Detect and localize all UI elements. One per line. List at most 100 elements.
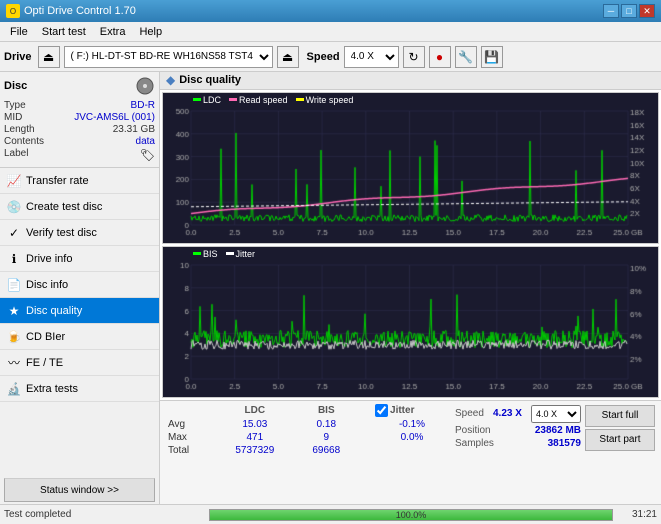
position-row: Position 23862 MB xyxy=(455,425,581,436)
upper-chart-canvas xyxy=(163,93,658,243)
titlebar-controls[interactable]: ─ □ ✕ xyxy=(603,4,655,18)
disc-contents-row: Contents data xyxy=(4,136,155,147)
disc-length-value: 23.31 GB xyxy=(113,124,155,135)
drive-info-icon: ℹ xyxy=(6,251,22,267)
nav-drive-info[interactable]: ℹ Drive info xyxy=(0,246,159,272)
nav-disc-quality-label: Disc quality xyxy=(26,305,82,317)
chart-header: ◆ Disc quality xyxy=(160,72,661,90)
transfer-rate-icon: 📈 xyxy=(6,173,22,189)
drive-eject-icon[interactable]: ⏏ xyxy=(38,46,60,68)
eject-button[interactable]: ⏏ xyxy=(277,46,299,68)
settings-icon[interactable]: ● xyxy=(429,46,451,68)
jitter-color xyxy=(226,252,234,255)
nav-disc-quality[interactable]: ★ Disc quality xyxy=(0,298,159,324)
write-speed-color xyxy=(296,98,304,101)
legend-write-speed-label: Write speed xyxy=(306,95,354,105)
legend-write-speed: Write speed xyxy=(296,95,354,105)
maximize-button[interactable]: □ xyxy=(621,4,637,18)
legend-bis-label: BIS xyxy=(203,249,218,259)
lower-chart: BIS Jitter xyxy=(162,246,659,398)
stats-table-area: LDC BIS Jitter xyxy=(160,401,661,504)
stats-right: Speed 4.23 X 4.0 X Position 23862 MB Sam… xyxy=(453,403,583,502)
start-full-button[interactable]: Start full xyxy=(585,405,655,427)
tools-icon[interactable]: 🔧 xyxy=(455,46,477,68)
col-header-label xyxy=(164,403,214,418)
disc-label-icon: 🏷 xyxy=(140,148,155,162)
total-bis: 69668 xyxy=(295,444,357,457)
save-icon[interactable]: 💾 xyxy=(481,46,503,68)
menu-file[interactable]: File xyxy=(4,25,34,39)
app-title: Opti Drive Control 1.70 xyxy=(24,5,136,17)
disc-type-label: Type xyxy=(4,100,26,111)
col-header-spacer xyxy=(357,403,371,418)
main-area: Disc Type BD-R MID JVC-AMS6L (001) Lengt… xyxy=(0,72,661,504)
nav-create-test-disc[interactable]: 💿 Create test disc xyxy=(0,194,159,220)
upper-chart: LDC Read speed Write speed xyxy=(162,92,659,244)
status-window-button[interactable]: Status window >> xyxy=(4,478,155,502)
nav-transfer-rate[interactable]: 📈 Transfer rate xyxy=(0,168,159,194)
nav-create-test-disc-label: Create test disc xyxy=(26,201,102,213)
nav-extra-tests[interactable]: 🔬 Extra tests xyxy=(0,376,159,402)
max-label: Max xyxy=(164,431,214,444)
menu-extra[interactable]: Extra xyxy=(94,25,132,39)
disc-type-row: Type BD-R xyxy=(4,100,155,111)
refresh-icon[interactable]: ↻ xyxy=(403,46,425,68)
disc-mid-value: JVC-AMS6L (001) xyxy=(74,112,155,123)
disc-icon xyxy=(135,76,155,96)
legend-ldc-label: LDC xyxy=(203,95,221,105)
table-row-total: Total 5737329 69668 xyxy=(164,444,453,457)
disc-quality-icon: ★ xyxy=(6,303,22,319)
col-header-ldc: LDC xyxy=(214,403,295,418)
progress-bar: 100.0% xyxy=(209,509,613,521)
speed-row: Speed 4.23 X 4.0 X xyxy=(455,405,581,423)
close-button[interactable]: ✕ xyxy=(639,4,655,18)
cd-bier-icon: 🍺 xyxy=(6,329,22,345)
chart-header-title: Disc quality xyxy=(179,74,241,86)
progress-text: 100.0% xyxy=(210,510,612,520)
legend-ldc: LDC xyxy=(193,95,221,105)
total-jitter xyxy=(371,444,453,457)
avg-jitter: -0.1% xyxy=(371,418,453,431)
speed-stat-select[interactable]: 4.0 X xyxy=(531,405,581,423)
col-header-jitter: Jitter xyxy=(371,403,453,418)
nav-extra-tests-label: Extra tests xyxy=(26,383,78,395)
minimize-button[interactable]: ─ xyxy=(603,4,619,18)
nav-disc-info[interactable]: 📄 Disc info xyxy=(0,272,159,298)
extra-tests-icon: 🔬 xyxy=(6,381,22,397)
nav-verify-test-disc[interactable]: ✓ Verify test disc xyxy=(0,220,159,246)
max-bis: 9 xyxy=(295,431,357,444)
menu-start-test[interactable]: Start test xyxy=(36,25,92,39)
disc-info-icon: 📄 xyxy=(6,277,22,293)
start-part-button[interactable]: Start part xyxy=(585,429,655,451)
menu-help[interactable]: Help xyxy=(133,25,168,39)
content-area: ◆ Disc quality LDC Read speed xyxy=(160,72,661,504)
app-icon: O xyxy=(6,4,20,18)
titlebar: O Opti Drive Control 1.70 ─ □ ✕ xyxy=(0,0,661,22)
max-ldc: 471 xyxy=(214,431,295,444)
menubar: File Start test Extra Help xyxy=(0,22,661,42)
speed-select[interactable]: 4.0 X 1.0 X 2.0 X 6.0 X 8.0 X xyxy=(344,46,399,68)
nav-cd-bier[interactable]: 🍺 CD BIer xyxy=(0,324,159,350)
nav-fe-te[interactable]: 〰 FE / TE xyxy=(0,350,159,376)
nav-section: 📈 Transfer rate 💿 Create test disc ✓ Ver… xyxy=(0,168,159,476)
action-buttons: Start full Start part xyxy=(583,403,657,502)
chart-header-icon: ◆ xyxy=(166,73,175,87)
drive-label: Drive xyxy=(4,51,32,63)
max-jitter: 0.0% xyxy=(371,431,453,444)
legend-jitter: Jitter xyxy=(226,249,256,259)
disc-section: Disc Type BD-R MID JVC-AMS6L (001) Lengt… xyxy=(0,72,159,168)
verify-test-disc-icon: ✓ xyxy=(6,225,22,241)
status-text: Test completed xyxy=(4,509,205,520)
nav-drive-info-label: Drive info xyxy=(26,253,72,265)
jitter-checkbox[interactable] xyxy=(375,404,388,417)
stats-area: LDC BIS Jitter xyxy=(160,400,661,504)
statusbar: Test completed 100.0% 31:21 xyxy=(0,504,661,524)
drive-select[interactable]: ( F:) HL-DT-ST BD-RE WH16NS58 TST4 xyxy=(64,46,273,68)
legend-read-speed: Read speed xyxy=(229,95,288,105)
ldc-color xyxy=(193,98,201,101)
fe-te-icon: 〰 xyxy=(6,355,22,371)
disc-length-row: Length 23.31 GB xyxy=(4,124,155,135)
disc-length-label: Length xyxy=(4,124,35,135)
nav-cd-bier-label: CD BIer xyxy=(26,331,65,343)
avg-label: Avg xyxy=(164,418,214,431)
